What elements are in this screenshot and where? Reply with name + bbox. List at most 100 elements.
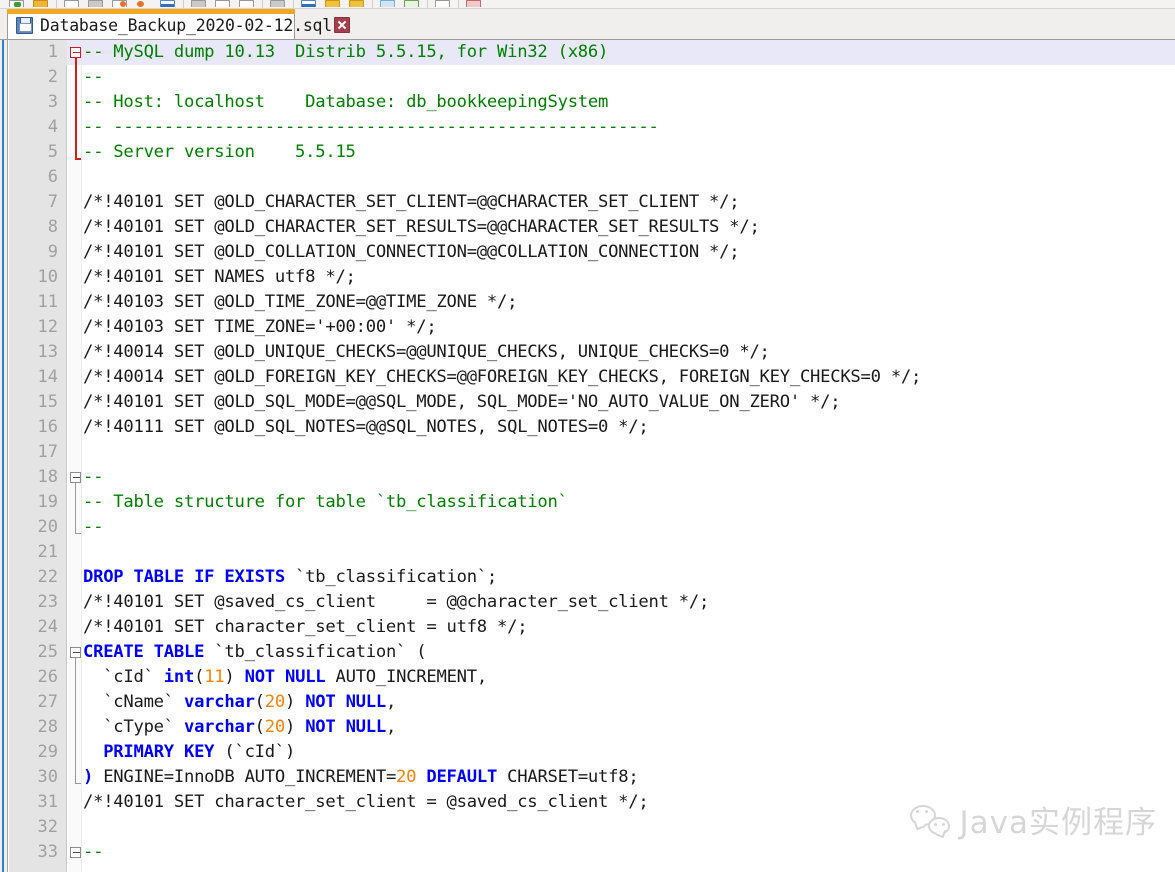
code-text: /*!40101 SET @saved_cs_client = @@charac… — [83, 590, 709, 615]
code-line[interactable]: 29 PRIMARY KEY (`cId`) — [9, 740, 1175, 765]
code-line[interactable]: 27 `cName` varchar(20) NOT NULL, — [9, 690, 1175, 715]
code-line[interactable]: 2 -- — [9, 65, 1175, 90]
token-tx: AUTO_INCREMENT, — [325, 667, 488, 687]
code-line[interactable]: 28 `cType` varchar(20) NOT NULL, — [9, 715, 1175, 740]
close-button[interactable] — [109, 0, 131, 8]
code-line[interactable]: 21 — [9, 540, 1175, 565]
code-line[interactable]: 19 -- Table structure for table `tb_class… — [9, 490, 1175, 515]
cut-button[interactable] — [188, 0, 210, 8]
fold-toggle-icon[interactable] — [70, 847, 81, 858]
word-wrap-icon — [380, 0, 395, 7]
code-line[interactable]: 7 /*!40101 SET @OLD_CHARACTER_SET_CLIENT=… — [9, 190, 1175, 215]
code-line[interactable]: 20 -- — [9, 515, 1175, 540]
zoom-out-button[interactable] — [346, 0, 368, 8]
left-panel-edge — [0, 40, 8, 872]
code-text: ) ENGINE=InnoDB AUTO_INCREMENT=20 DEFAUL… — [83, 765, 639, 790]
code-text: -- Host: localhost Database: db_bookkeep… — [83, 90, 608, 115]
code-line[interactable]: 30 ) ENGINE=InnoDB AUTO_INCREMENT=20 DEFA… — [9, 765, 1175, 790]
token-cm: -- — [83, 67, 104, 87]
code-line[interactable]: 18 -- — [9, 465, 1175, 490]
code-line[interactable]: 15 /*!40101 SET @OLD_SQL_MODE=@@SQL_MODE,… — [9, 390, 1175, 415]
macro-record-button[interactable] — [432, 0, 454, 8]
code-text: /*!40101 SET character_set_client = @sav… — [83, 790, 649, 815]
save-icon — [64, 0, 79, 7]
close-icon[interactable] — [334, 17, 351, 33]
code-text: -- Table structure for table `tb_classif… — [83, 490, 568, 515]
token-num: 20 — [264, 692, 285, 712]
floppy-disk-save-icon — [16, 17, 33, 34]
paste-button[interactable] — [236, 0, 258, 8]
line-number: 1 — [9, 40, 67, 65]
save-button[interactable] — [61, 0, 83, 8]
code-line[interactable]: 31 /*!40101 SET character_set_client = @s… — [9, 790, 1175, 815]
code-line[interactable]: 12 /*!40103 SET TIME_ZONE='+00:00' */; — [9, 315, 1175, 340]
code-line[interactable]: 24 /*!40101 SET character_set_client = ut… — [9, 615, 1175, 640]
print-button[interactable] — [157, 0, 179, 8]
new-file-button[interactable] — [6, 0, 28, 8]
line-number: 8 — [47, 217, 58, 237]
undo-button[interactable] — [267, 0, 289, 8]
toolbar-separator — [427, 0, 428, 8]
code-text: `cId` int(11) NOT NULL AUTO_INCREMENT, — [83, 665, 487, 690]
code-line[interactable]: 32 — [9, 815, 1175, 840]
token-tx: ) — [284, 692, 306, 712]
code-text: `cType` varchar(20) NOT NULL, — [83, 715, 396, 740]
line-number: 22 — [37, 567, 58, 587]
code-editor[interactable]: 1 -- MySQL dump 10.13 Distrib 5.5.15, for… — [9, 40, 1175, 872]
fold-range-line — [75, 483, 76, 533]
token-kw: PRIMARY KEY — [103, 742, 215, 762]
zoom-in-icon — [325, 0, 340, 7]
fold-toggle-icon[interactable] — [70, 472, 81, 483]
editor-window: Database_Backup_2020-02-12.sql 1 -- MySQL… — [0, 0, 1175, 872]
find-button[interactable] — [298, 0, 320, 8]
token-tx: /*!40101 SET @OLD_CHARACTER_SET_CLIENT=@… — [83, 192, 740, 212]
code-line[interactable]: 25 CREATE TABLE `tb_classification` ( — [9, 640, 1175, 665]
code-line[interactable]: 1 -- MySQL dump 10.13 Distrib 5.5.15, for… — [9, 40, 1175, 65]
code-text: DROP TABLE IF EXISTS `tb_classification`… — [83, 565, 497, 590]
line-number: 14 — [37, 367, 58, 387]
code-line[interactable]: 8 /*!40101 SET @OLD_CHARACTER_SET_RESULTS… — [9, 215, 1175, 240]
code-text: /*!40111 SET @OLD_SQL_NOTES=@@SQL_NOTES,… — [83, 415, 649, 440]
code-line[interactable]: 11 /*!40103 SET @OLD_TIME_ZONE=@@TIME_ZON… — [9, 290, 1175, 315]
fold-toggle-icon[interactable] — [70, 647, 81, 658]
code-text: /*!40103 SET TIME_ZONE='+00:00' */; — [83, 315, 437, 340]
copy-button[interactable] — [212, 0, 234, 8]
close-all-button[interactable] — [133, 0, 155, 8]
zoom-out-icon — [349, 0, 364, 7]
code-line[interactable]: 4 -- ------------------------------------… — [9, 115, 1175, 140]
line-number: 12 — [37, 317, 58, 337]
save-all-icon — [88, 0, 103, 7]
line-number: 27 — [37, 692, 58, 712]
token-tx — [416, 767, 426, 787]
code-line[interactable]: 3 -- Host: localhost Database: db_bookkee… — [9, 90, 1175, 115]
save-all-button[interactable] — [85, 0, 107, 8]
token-tx: /*!40014 SET @OLD_UNIQUE_CHECKS=@@UNIQUE… — [83, 342, 770, 362]
zoom-in-button[interactable] — [322, 0, 344, 8]
token-tx: CHARSET=utf8; — [497, 767, 639, 787]
line-number: 28 — [37, 717, 58, 737]
fold-range-line — [75, 58, 77, 158]
fold-toggle-icon[interactable] — [70, 47, 81, 58]
find-icon — [301, 0, 316, 7]
show-symbol-button[interactable] — [401, 0, 423, 8]
toolbar-separator — [458, 0, 459, 8]
macro-stop-button[interactable] — [463, 0, 485, 8]
code-line[interactable]: 22 DROP TABLE IF EXISTS `tb_classificatio… — [9, 565, 1175, 590]
code-line[interactable]: 26 `cId` int(11) NOT NULL AUTO_INCREMENT… — [9, 665, 1175, 690]
code-line[interactable]: 5 -- Server version 5.5.15 — [9, 140, 1175, 165]
line-number: 6 — [47, 167, 58, 187]
code-line[interactable]: 13 /*!40014 SET @OLD_UNIQUE_CHECKS=@@UNIQ… — [9, 340, 1175, 365]
code-line[interactable]: 16 /*!40111 SET @OLD_SQL_NOTES=@@SQL_NOTE… — [9, 415, 1175, 440]
code-line[interactable]: 10 /*!40101 SET NAMES utf8 */; — [9, 265, 1175, 290]
code-line[interactable]: 6 — [9, 165, 1175, 190]
code-line[interactable]: 17 — [9, 440, 1175, 465]
code-line[interactable]: 33 -- — [9, 840, 1175, 865]
code-line[interactable]: 23 /*!40101 SET @saved_cs_client = @@char… — [9, 590, 1175, 615]
toolbar — [0, 0, 1175, 9]
word-wrap-button[interactable] — [377, 0, 399, 8]
code-line[interactable]: 9 /*!40101 SET @OLD_COLLATION_CONNECTION=… — [9, 240, 1175, 265]
open-folder-button[interactable] — [30, 0, 52, 8]
code-line[interactable]: 14 /*!40014 SET @OLD_FOREIGN_KEY_CHECKS=@… — [9, 365, 1175, 390]
code-content[interactable]: 1 -- MySQL dump 10.13 Distrib 5.5.15, for… — [9, 40, 1175, 872]
line-number: 30 — [37, 767, 58, 787]
